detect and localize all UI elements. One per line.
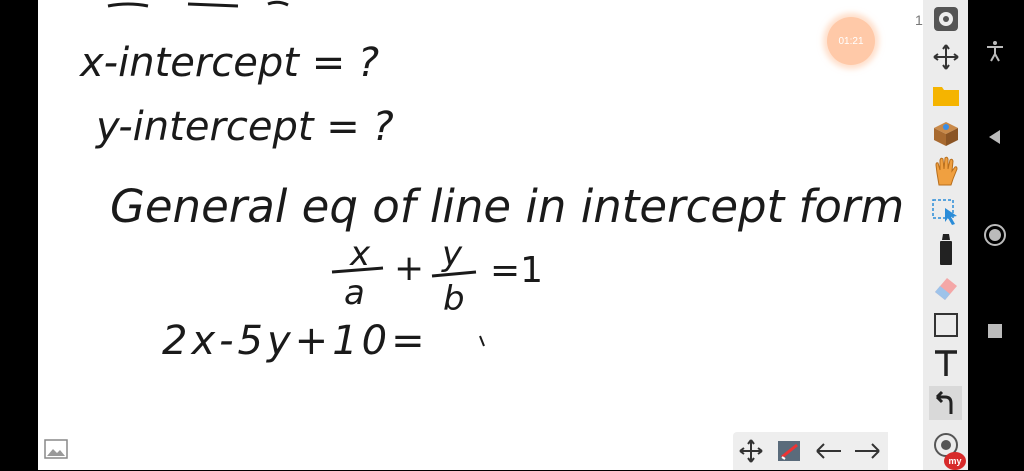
system-navigation (968, 0, 1024, 470)
equals-one: =1 (490, 250, 543, 291)
handwriting-layer: x-intercept = ? y-intercept = ? General … (78, 0, 904, 364)
whiteboard-canvas[interactable]: x-intercept = ? y-intercept = ? General … (38, 0, 923, 470)
move-tool[interactable] (929, 40, 962, 74)
x-intercept-line: x-intercept = ? (78, 40, 379, 86)
rectangle-icon (933, 313, 958, 337)
settings-button[interactable] (929, 2, 962, 36)
previous-page-button[interactable] (813, 436, 845, 466)
fraction-bar-x (331, 266, 384, 274)
select-icon (931, 199, 957, 225)
timer-text: 01:21 (838, 35, 864, 47)
timer-badge[interactable]: 01:21 (827, 17, 875, 65)
arrow-left-icon (816, 443, 841, 459)
accessibility-icon (987, 41, 1003, 62)
eraser-tool[interactable] (929, 270, 962, 304)
image-icon (44, 439, 68, 459)
box-tool[interactable] (929, 116, 962, 150)
my-badge[interactable]: my (944, 452, 966, 470)
image-edit-button[interactable] (773, 436, 805, 466)
accessibility-button[interactable] (980, 36, 1010, 66)
image-edit-icon (778, 441, 800, 461)
box-icon (933, 122, 958, 146)
back-icon (989, 130, 1000, 144)
select-tool[interactable] (929, 194, 962, 228)
move-icon (739, 439, 763, 463)
hand-tool[interactable] (929, 154, 962, 188)
insert-image-button[interactable] (44, 438, 68, 460)
y-intercept-line: y-intercept = ? (95, 104, 394, 150)
move-icon (932, 44, 959, 70)
general-equation-heading: General eq of line in intercept form (110, 180, 904, 233)
plus-sign: + (394, 248, 424, 289)
next-page-button[interactable] (851, 436, 883, 466)
move-button[interactable] (735, 436, 767, 466)
settings-icon (933, 7, 958, 31)
fraction-a-denominator: a (344, 273, 365, 313)
undo-tool[interactable] (929, 386, 962, 420)
page-counter: 1/ (915, 12, 923, 28)
arrow-right-icon (855, 443, 880, 459)
text-icon (934, 350, 957, 376)
rectangle-tool[interactable] (929, 308, 962, 342)
text-tool[interactable] (929, 346, 962, 380)
recents-button[interactable] (980, 316, 1010, 346)
folder-tool[interactable] (929, 78, 962, 112)
back-button[interactable] (980, 122, 1010, 152)
right-toolbar (923, 0, 968, 470)
hand-icon (934, 156, 958, 186)
bottom-toolbar (733, 432, 888, 470)
undo-icon (935, 390, 952, 414)
fraction-bar-y (431, 270, 477, 278)
marker-icon (939, 234, 952, 265)
recents-icon (988, 324, 1002, 338)
eraser-icon (934, 278, 957, 300)
marker-tool[interactable] (929, 232, 962, 266)
home-icon (984, 224, 1006, 246)
home-button[interactable] (980, 220, 1010, 250)
folder-icon (932, 87, 959, 106)
fraction-y-numerator: y (441, 234, 463, 274)
equation-2x-5y: 2x-5y+10= (162, 318, 429, 364)
fraction-b-denominator: b (443, 279, 465, 319)
